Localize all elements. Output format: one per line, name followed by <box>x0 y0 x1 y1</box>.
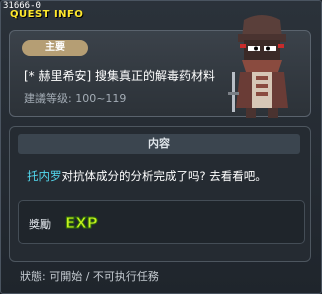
quest-type-badge: 主要 <box>22 40 88 56</box>
quest-status: 狀態: 可開始 / 不可执行任務 <box>20 270 159 283</box>
reward-label: 獎勵 <box>29 218 51 231</box>
content-header: 内容 <box>18 134 300 154</box>
exp-icon: EXP <box>65 214 99 232</box>
recommended-level: 建議等级: 100~119 <box>24 92 127 105</box>
exp-text: EXP <box>65 214 98 231</box>
description-text: 对抗体成分的分析完成了吗? 去看看吧。 <box>61 169 267 183</box>
npc-name: 托内罗 <box>27 169 62 183</box>
quest-name: [* 赫里希安] 搜集真正的解毒药材料 <box>24 69 215 83</box>
reward-box <box>18 200 305 244</box>
npc-portrait <box>228 15 288 118</box>
quest-description: 托内罗对抗体成分的分析完成了吗? 去看看吧。 <box>27 168 267 184</box>
window-title: QUEST INFO <box>10 9 84 20</box>
